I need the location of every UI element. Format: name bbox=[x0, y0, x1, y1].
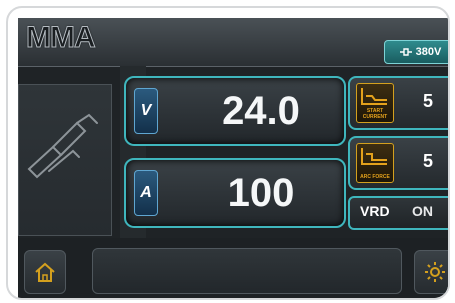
voltage-tag: 380V bbox=[384, 40, 448, 64]
power-plug-icon bbox=[399, 48, 412, 56]
home-button[interactable] bbox=[24, 250, 66, 294]
welder-screen: MMA 380V V 24.0 A 100 START CURRENT 5 AR… bbox=[18, 18, 448, 298]
voltage-label: 380V bbox=[415, 46, 442, 58]
current-unit-badge: A bbox=[134, 170, 158, 216]
start-current-value: 5 bbox=[422, 90, 433, 111]
bottom-bar bbox=[18, 238, 448, 298]
current-value: 100 bbox=[227, 170, 295, 215]
arc-force-param[interactable]: ARC FORCE 5 bbox=[348, 136, 448, 190]
vrd-toggle[interactable]: VRD ON bbox=[348, 196, 448, 230]
settings-button[interactable] bbox=[414, 250, 448, 294]
voltage-value: 24.0 bbox=[222, 88, 300, 133]
top-bar: MMA 380V bbox=[18, 18, 448, 67]
arc-force-icon: ARC FORCE bbox=[356, 143, 394, 183]
device-frame: MMA 380V V 24.0 A 100 START CURRENT 5 AR… bbox=[6, 6, 450, 300]
start-current-label: START CURRENT bbox=[362, 108, 388, 120]
message-area bbox=[92, 248, 402, 294]
gear-icon bbox=[425, 262, 445, 282]
electrode-holder-icon bbox=[27, 113, 98, 179]
voltage-unit-badge: V bbox=[134, 88, 158, 134]
current-display[interactable]: A 100 bbox=[124, 158, 346, 228]
vrd-state: ON bbox=[412, 203, 433, 219]
arc-force-value: 5 bbox=[422, 150, 433, 171]
electrode-holder-panel bbox=[18, 84, 112, 236]
start-current-param[interactable]: START CURRENT 5 bbox=[348, 76, 448, 130]
mode-title: MMA bbox=[26, 21, 97, 55]
start-current-icon: START CURRENT bbox=[356, 83, 394, 123]
home-icon bbox=[35, 262, 55, 282]
vrd-label: VRD bbox=[360, 203, 390, 219]
arc-force-label: ARC FORCE bbox=[360, 174, 390, 180]
voltage-display[interactable]: V 24.0 bbox=[124, 76, 346, 146]
